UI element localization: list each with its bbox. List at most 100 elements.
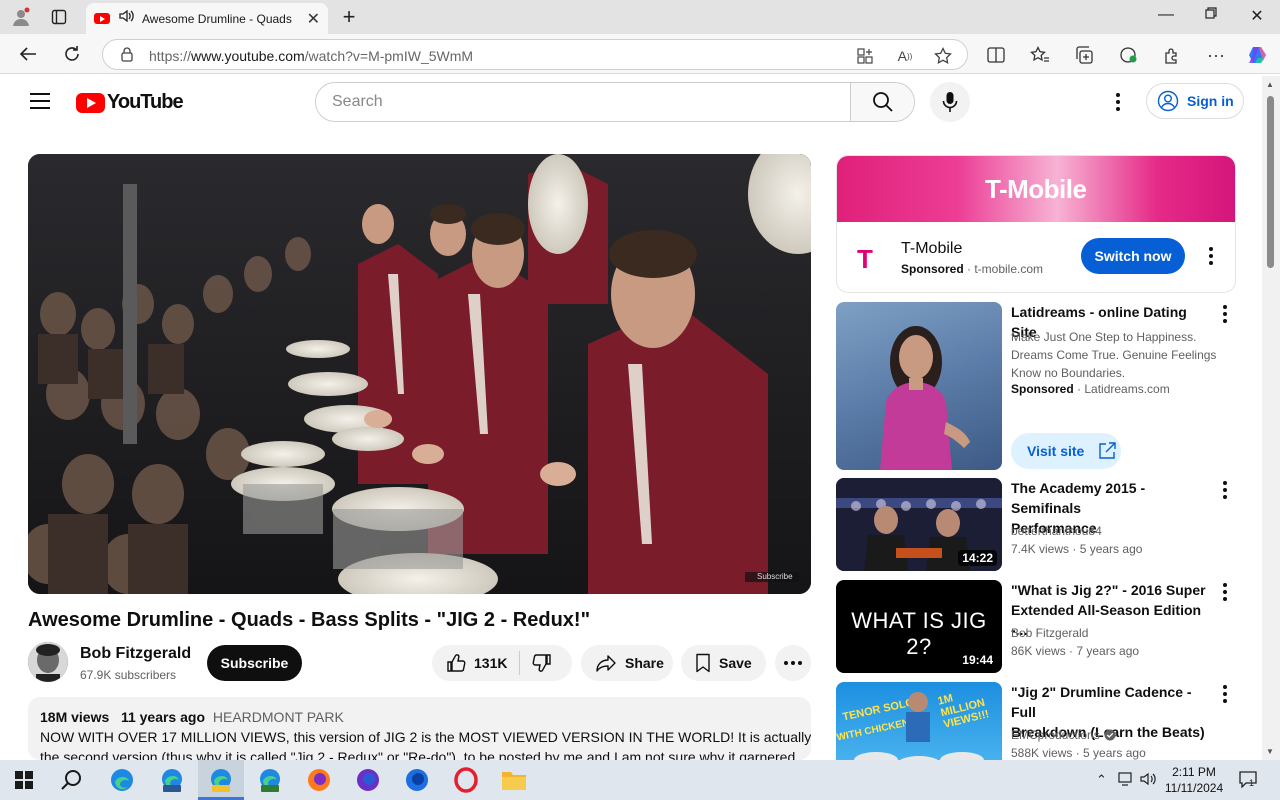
tab-close-icon[interactable]: ✕ xyxy=(307,9,320,29)
subscribe-watermark[interactable]: Subscribe xyxy=(757,572,793,581)
bookmark-icon xyxy=(696,653,710,673)
sign-in-button[interactable]: Sign in xyxy=(1146,83,1244,119)
settings-menu-icon[interactable]: ··· xyxy=(1204,44,1228,66)
visit-site-button[interactable]: Visit site xyxy=(1011,433,1121,469)
upload-age: 11 years ago xyxy=(120,709,205,725)
like-dislike-group: 131K xyxy=(432,645,572,681)
switch-now-button[interactable]: Switch now xyxy=(1081,238,1185,274)
edge-dev-icon[interactable] xyxy=(256,766,284,794)
more-actions-button[interactable] xyxy=(775,645,811,681)
tmobile-ad-banner[interactable]: T-Mobile xyxy=(837,156,1235,222)
file-explorer-icon[interactable] xyxy=(500,766,528,794)
video-frame-drumline xyxy=(28,154,811,594)
location-tag[interactable]: HEARDMONT PARK xyxy=(213,709,344,725)
recommended-thumbnail[interactable]: 14:22 xyxy=(836,478,1002,571)
browser-tab-bar: Awesome Drumline - Quads - Bass Splits ✕… xyxy=(0,0,1280,34)
description-box[interactable]: 18M views 11 years ago HEARDMONT PARK NO… xyxy=(28,697,811,760)
notification-count: 1 xyxy=(1249,778,1255,788)
notifications-icon[interactable]: 1 xyxy=(1238,770,1258,791)
voice-search-button[interactable] xyxy=(930,82,970,122)
recommended-meta: 588K views · 5 years ago xyxy=(1011,746,1146,760)
address-bar[interactable]: https://www.youtube.com/watch?v=M-pmIW_5… xyxy=(102,39,968,70)
scrollbar-thumb[interactable] xyxy=(1267,96,1274,268)
recommended-channel[interactable]: betterthanthou84 xyxy=(1011,524,1102,538)
edge-icon[interactable] xyxy=(108,766,136,794)
search-box xyxy=(315,82,915,122)
description-meta: 18M views 11 years ago HEARDMONT PARK xyxy=(40,709,799,725)
recommended-thumbnail[interactable]: WHAT IS JIG 2? 19:44 xyxy=(836,580,1002,673)
url-text[interactable]: https://www.youtube.com/watch?v=M-pmIW_5… xyxy=(149,48,473,64)
firefox-nightly-icon[interactable] xyxy=(354,766,382,794)
channel-name[interactable]: Bob Fitzgerald xyxy=(80,645,191,663)
favorite-star-icon[interactable] xyxy=(933,46,953,66)
browser-essentials-icon[interactable] xyxy=(1116,44,1140,66)
firefox-dev-icon[interactable] xyxy=(403,766,431,794)
subscribe-button[interactable]: Subscribe xyxy=(207,645,302,681)
video-duration: 19:44 xyxy=(958,652,997,668)
video-options-icon[interactable] xyxy=(1215,682,1235,706)
tmobile-logo-icon: T xyxy=(857,244,873,274)
search-button[interactable] xyxy=(850,83,914,121)
channel-avatar[interactable] xyxy=(28,642,68,682)
like-button[interactable]: 131K xyxy=(432,645,519,681)
window-close-icon[interactable]: ✕ xyxy=(1234,6,1280,26)
guide-menu-icon[interactable] xyxy=(30,93,50,109)
dating-ad-text: Make Just One Step to Happiness. Dreams … xyxy=(1011,330,1217,380)
video-options-icon[interactable] xyxy=(1215,580,1235,604)
firefox-icon[interactable] xyxy=(305,766,333,794)
save-button[interactable]: Save xyxy=(681,645,766,681)
volume-icon[interactable] xyxy=(1140,772,1158,789)
lock-icon[interactable] xyxy=(121,47,133,67)
favorites-icon[interactable] xyxy=(1028,44,1052,66)
windows-taskbar xyxy=(0,760,1280,800)
youtube-logo[interactable]: YouTube xyxy=(76,91,184,114)
tmobile-ad-card[interactable]: T-Mobile T T-Mobile Sponsored · t-mobile… xyxy=(836,155,1236,293)
system-clock[interactable]: 2:11 PM 11/11/2024 xyxy=(1162,764,1226,796)
edge-beta-icon[interactable] xyxy=(158,766,186,794)
edge-canary-icon[interactable] xyxy=(207,766,235,794)
recommended-video[interactable]: WHAT IS JIG 2? 19:44 "What is Jig 2?" - … xyxy=(836,580,1256,674)
extensions-icon[interactable] xyxy=(1160,44,1184,66)
start-icon[interactable] xyxy=(10,766,38,794)
page-scrollbar[interactable]: ▲ ▼ xyxy=(1262,76,1280,760)
search-taskbar-icon[interactable] xyxy=(58,766,86,794)
read-aloud-icon[interactable]: A)) xyxy=(895,46,915,66)
network-icon[interactable] xyxy=(1118,772,1134,789)
dating-ad-image[interactable] xyxy=(836,302,1002,470)
back-icon[interactable] xyxy=(16,42,40,66)
dislike-button[interactable] xyxy=(520,645,566,681)
dating-ad-card[interactable]: Latidreams - online Dating Site Make Jus… xyxy=(836,302,1256,470)
show-hidden-icons-icon[interactable]: ⌃ xyxy=(1096,772,1107,788)
settings-kebab-icon[interactable] xyxy=(1108,90,1128,114)
share-button[interactable]: Share xyxy=(581,645,673,681)
split-screen-icon[interactable] xyxy=(984,44,1008,66)
scroll-down-icon[interactable]: ▼ xyxy=(1266,747,1274,756)
video-options-icon[interactable] xyxy=(1215,478,1235,502)
search-input[interactable] xyxy=(316,83,852,121)
like-count: 131K xyxy=(474,655,508,671)
app-available-icon[interactable] xyxy=(855,46,875,66)
audio-playing-icon[interactable] xyxy=(118,8,136,29)
video-player[interactable]: Subscribe xyxy=(28,154,811,594)
opera-icon[interactable] xyxy=(452,766,480,794)
tab-actions-icon[interactable] xyxy=(48,6,70,28)
profile-icon[interactable] xyxy=(10,6,32,28)
youtube-play-icon xyxy=(76,92,105,113)
refresh-icon[interactable] xyxy=(60,42,84,66)
browser-tab-active[interactable]: Awesome Drumline - Quads - Bass Splits ✕ xyxy=(86,3,328,34)
recommended-thumbnail[interactable]: TENOR SOLO WITH CHICKENS! 1M MILLION VIE… xyxy=(836,682,1002,760)
recommended-video[interactable]: 14:22 The Academy 2015 - Semifinals Perf… xyxy=(836,478,1256,572)
scroll-up-icon[interactable]: ▲ xyxy=(1266,80,1274,89)
recommended-video[interactable]: TENOR SOLO WITH CHICKENS! 1M MILLION VIE… xyxy=(836,682,1256,760)
recommended-channel[interactable]: Bob Fitzgerald xyxy=(1011,626,1088,640)
recommended-channel[interactable]: EMCproductions xyxy=(1011,728,1116,742)
copilot-icon[interactable] xyxy=(1246,44,1270,66)
minimize-icon[interactable]: — xyxy=(1143,6,1189,24)
description-line-2: the second version (thus why it is calle… xyxy=(40,749,796,760)
restore-icon[interactable] xyxy=(1188,6,1234,24)
dating-ad-options-icon[interactable] xyxy=(1215,302,1235,326)
youtube-favicon-icon xyxy=(94,13,110,24)
collections-icon[interactable] xyxy=(1072,44,1096,66)
new-tab-icon[interactable]: + xyxy=(338,4,360,29)
ad-options-icon[interactable] xyxy=(1201,244,1221,268)
